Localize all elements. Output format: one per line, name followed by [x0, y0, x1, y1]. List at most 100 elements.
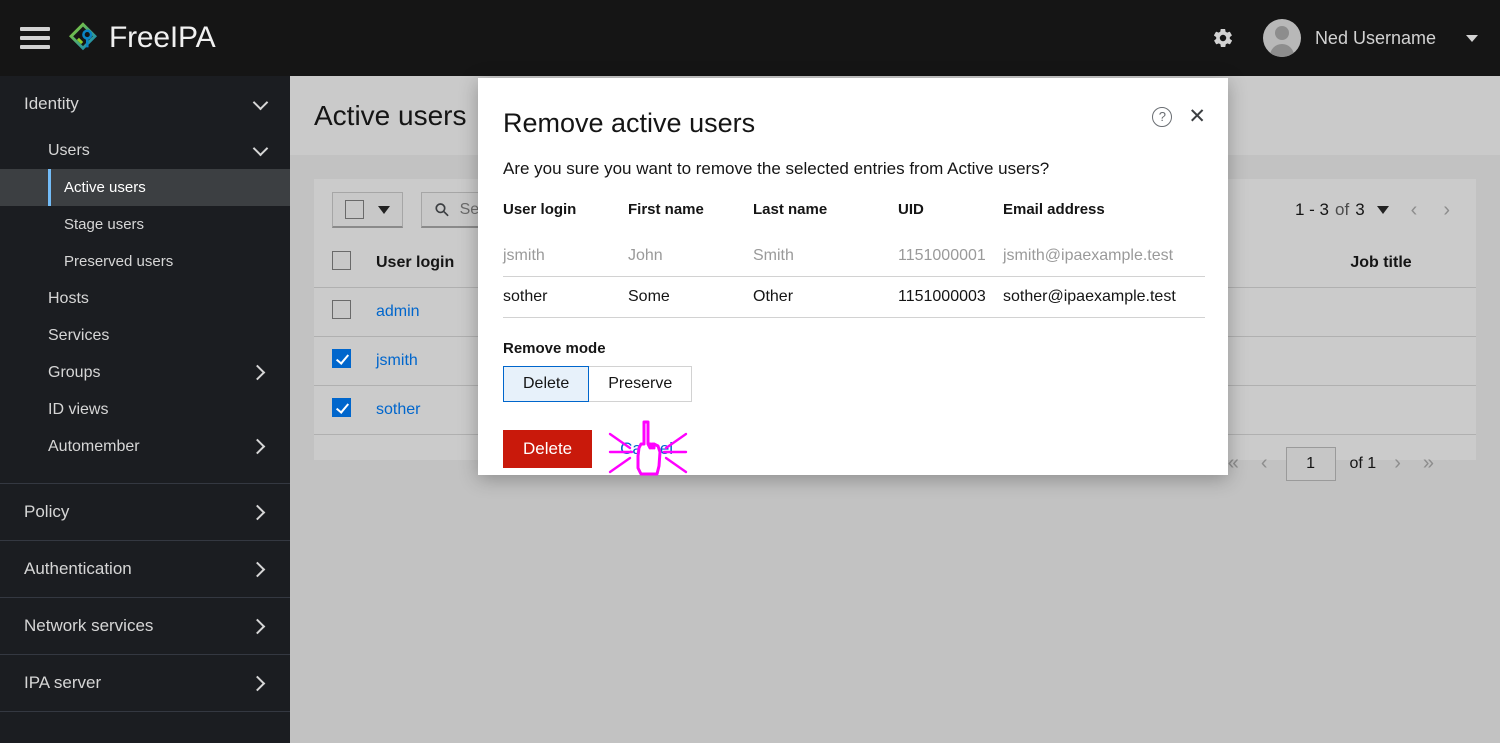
sidebar-item-label: Active users: [64, 179, 146, 196]
modal-header-icons: ? ✕: [1152, 106, 1206, 127]
remove-mode-option-preserve[interactable]: Preserve: [589, 366, 693, 402]
pagination-range: 1 - 3: [1294, 200, 1329, 219]
sidebar-item-authentication[interactable]: Authentication: [0, 541, 290, 597]
modal-actions: Delete Cancel: [503, 430, 1203, 468]
pagination-last-button[interactable]: »: [1419, 452, 1438, 475]
close-icon[interactable]: ✕: [1188, 106, 1206, 127]
chevron-right-icon: [249, 618, 266, 634]
sidebar-item-label: Users: [48, 141, 90, 159]
modal-cell-first-name: Some: [628, 276, 753, 318]
remove-mode-option-delete[interactable]: Delete: [503, 366, 590, 402]
user-link-jsmith[interactable]: jsmith: [376, 352, 418, 369]
hamburger-bar: [20, 45, 50, 49]
row-checkbox[interactable]: [332, 398, 351, 417]
modal-title: Remove active users: [503, 108, 756, 138]
sidebar-item-label: IPA server: [24, 673, 102, 692]
pagination-of-label: of: [1335, 200, 1350, 219]
modal-cell-user-login: jsmith: [503, 236, 628, 277]
bulk-select-dropdown[interactable]: [332, 192, 403, 228]
page-title: Active users: [314, 99, 467, 131]
sidebar-item-policy[interactable]: Policy: [0, 484, 290, 540]
sidebar-item-label: ID views: [48, 400, 109, 418]
avatar[interactable]: [1262, 19, 1301, 57]
sidebar-item-label: Network services: [24, 616, 154, 635]
hamburger-bar: [20, 36, 50, 40]
row-checkbox[interactable]: [332, 349, 351, 368]
sidebar-item-label: Policy: [24, 502, 70, 521]
page-number-input[interactable]: [1285, 446, 1336, 481]
sidebar-item-hosts[interactable]: Hosts: [0, 280, 290, 317]
sidebar-item-stage-users[interactable]: Stage users: [0, 206, 290, 243]
pagination-next-button[interactable]: ›: [1390, 452, 1405, 475]
column-header-job-title: Job title: [1286, 241, 1476, 288]
sidebar-item-preserved-users[interactable]: Preserved users: [0, 243, 290, 280]
sidebar-item-label: Authentication: [24, 559, 132, 578]
modal-table-row: sother Some Other 1151000003 sother@ipae…: [503, 276, 1205, 318]
sidebar-item-users[interactable]: Users: [0, 132, 290, 169]
user-name-label: Ned Username: [1314, 27, 1436, 48]
row-select-cell: [314, 385, 376, 435]
modal-column-last-name: Last name: [753, 201, 828, 218]
cell-job-title: [1286, 287, 1476, 337]
sidebar-item-active-users[interactable]: Active users: [0, 169, 290, 206]
cell-job-title: [1286, 336, 1476, 386]
hamburger-icon[interactable]: [20, 27, 50, 49]
pagination-of-label: of 1: [1349, 454, 1377, 472]
freeipa-logo-icon: [68, 22, 98, 51]
modal-cell-uid: 1151000003: [898, 276, 1003, 318]
sidebar-item-network-services[interactable]: Network services: [0, 598, 290, 654]
bulk-select-checkbox[interactable]: [345, 200, 364, 219]
modal-table-row: jsmith John Smith 1151000001 jsmith@ipae…: [503, 236, 1205, 277]
pagination-next-button[interactable]: ›: [1439, 199, 1454, 222]
sidebar-nav: Identity Users Active users Stage users …: [0, 76, 290, 743]
sidebar-item-identity[interactable]: Identity: [0, 76, 290, 132]
modal-column-uid: UID: [898, 201, 924, 218]
modal-cell-last-name: Smith: [753, 236, 898, 277]
modal-column-first-name: First name: [628, 201, 704, 218]
avatar-body: [1269, 44, 1294, 57]
pagination-total: 3: [1355, 200, 1365, 219]
chevron-right-icon: [249, 504, 266, 520]
modal-cell-first-name: John: [628, 236, 753, 277]
user-link-sother[interactable]: sother: [376, 401, 420, 418]
hamburger-bar: [20, 27, 50, 31]
sidebar-item-label: Services: [48, 326, 110, 344]
chevron-down-icon: [252, 140, 269, 157]
sidebar-item-groups[interactable]: Groups: [0, 354, 290, 391]
sidebar-item-ipa-server[interactable]: IPA server: [0, 655, 290, 711]
chevron-down-icon: [252, 94, 269, 110]
cancel-button[interactable]: Cancel: [620, 439, 673, 459]
pagination-prev-button[interactable]: ‹: [1257, 452, 1272, 475]
modal-users-table: User login First name Last name UID Emai…: [503, 201, 1205, 318]
modal-table-body: jsmith John Smith 1151000001 jsmith@ipae…: [503, 236, 1205, 318]
modal-cell-uid: 1151000001: [898, 236, 1003, 277]
row-select-cell: [314, 287, 376, 337]
sidebar-item-services[interactable]: Services: [0, 317, 290, 354]
modal-description: Are you sure you want to remove the sele…: [503, 159, 1050, 178]
select-all-checkbox[interactable]: [332, 251, 351, 270]
caret-down-icon[interactable]: [1376, 206, 1389, 214]
brand-logo-link[interactable]: FreeIPA: [66, 21, 216, 55]
modal-cell-email: jsmith@ipaexample.test: [1003, 236, 1205, 277]
pagination-prev-button[interactable]: ‹: [1407, 199, 1422, 222]
help-circle-icon[interactable]: ?: [1152, 106, 1173, 127]
sidebar-item-label: Groups: [48, 363, 101, 381]
chevron-right-icon: [249, 364, 266, 381]
sidebar-item-id-views[interactable]: ID views: [0, 391, 290, 428]
sidebar-divider: [0, 711, 290, 712]
modal-column-email: Email address: [1003, 201, 1105, 218]
gear-icon[interactable]: [1201, 16, 1245, 60]
user-link-admin[interactable]: admin: [376, 303, 420, 320]
sidebar-item-automember[interactable]: Automember: [0, 428, 290, 465]
chevron-right-icon: [249, 438, 266, 455]
chevron-right-icon: [249, 675, 266, 691]
row-checkbox[interactable]: [332, 300, 351, 319]
avatar-head: [1274, 26, 1289, 40]
masthead: FreeIPA Ned Username: [0, 0, 1500, 76]
modal-cell-user-login: sother: [503, 276, 628, 318]
caret-down-icon[interactable]: [1466, 34, 1478, 42]
search-icon: [435, 203, 449, 217]
caret-down-icon[interactable]: [378, 205, 390, 214]
delete-button[interactable]: Delete: [503, 430, 593, 468]
modal-header-row: User login First name Last name UID Emai…: [503, 201, 1205, 236]
